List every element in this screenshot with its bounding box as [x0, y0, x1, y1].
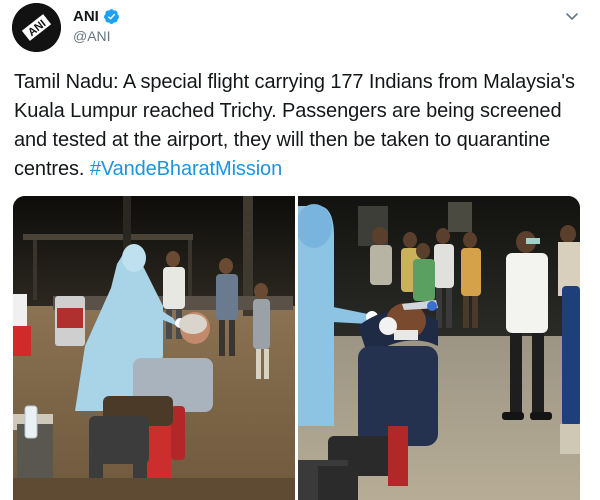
photo-nasal-swab-test-passenger[interactable]: [298, 196, 580, 500]
hashtag-link[interactable]: #VandeBharatMission: [90, 158, 282, 180]
tweet-card: ANI ANI @ANI Tamil Nadu: A special fligh…: [0, 0, 600, 500]
display-name[interactable]: ANI: [73, 8, 99, 25]
ani-logo-icon: ANI: [12, 3, 61, 52]
media-grid: [13, 196, 580, 500]
photo-swab-test-seated-passenger[interactable]: [13, 196, 295, 500]
avatar[interactable]: ANI: [12, 3, 61, 52]
verified-badge-icon: [103, 8, 120, 25]
chevron-down-icon[interactable]: [564, 8, 580, 24]
tweet-text: Tamil Nadu: A special flight carrying 17…: [14, 68, 589, 184]
author-handle[interactable]: @ANI: [73, 28, 111, 44]
author-name-row: ANI: [73, 8, 120, 25]
